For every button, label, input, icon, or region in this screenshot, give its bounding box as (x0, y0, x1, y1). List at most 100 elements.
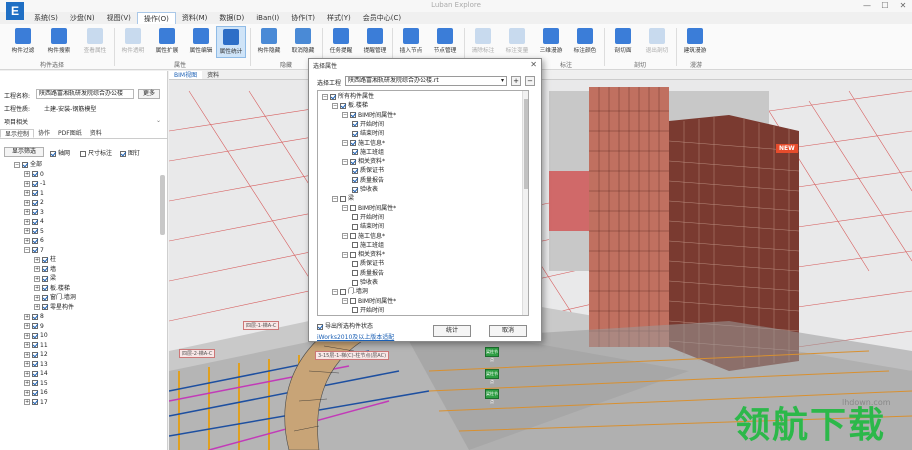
property-checkbox[interactable] (352, 214, 358, 221)
dialog-scroll-thumb[interactable] (524, 99, 528, 189)
tree-item-floor[interactable]: +1 (24, 190, 44, 198)
tree-checkbox[interactable] (42, 285, 48, 291)
collapse-node-icon[interactable]: − (342, 112, 348, 119)
expand-node-icon[interactable]: + (34, 304, 40, 310)
property-checkbox[interactable] (352, 307, 358, 314)
menu-system[interactable]: 系统(S) (28, 12, 64, 24)
property-checkbox[interactable] (350, 233, 356, 239)
expand-node-icon[interactable]: + (24, 323, 30, 329)
transparent-button[interactable]: 构件透明 (118, 26, 148, 58)
menu-style[interactable]: 样式(Y) (321, 12, 357, 24)
property-checkbox[interactable] (352, 279, 358, 286)
tab-viewport-materials[interactable]: 资料 (202, 71, 224, 79)
tree-item-component[interactable]: + 梁 (34, 275, 56, 283)
collapse-node-icon[interactable]: − (14, 161, 20, 168)
tree-checkbox[interactable] (32, 199, 38, 206)
menu-sandbox[interactable]: 沙盘(N) (64, 12, 101, 24)
property-tree-item[interactable]: 结束时间 (352, 223, 384, 231)
expand-node-icon[interactable]: + (34, 256, 40, 263)
tree-checkbox[interactable] (32, 370, 38, 377)
dialog-close-icon[interactable]: ✕ (530, 60, 537, 69)
insert-node-button[interactable]: 插入节点 (396, 26, 426, 58)
property-tree-item[interactable]: − 门.墙洞 (332, 288, 368, 296)
expand-node-icon[interactable]: + (24, 342, 30, 348)
expand-node-icon[interactable]: + (34, 275, 40, 282)
property-checkbox[interactable] (352, 260, 358, 267)
view-properties-button[interactable]: 查看属性 (80, 26, 110, 58)
hide-component-button[interactable]: 构件隐藏 (254, 26, 284, 58)
property-tree-item[interactable]: − 施工信息* (342, 233, 385, 241)
expand-node-icon[interactable]: + (24, 190, 30, 196)
property-checkbox[interactable] (350, 158, 356, 165)
menu-data[interactable]: 数据(D) (213, 12, 250, 24)
export-status-check[interactable]: 导出所选构件状态 (317, 321, 373, 330)
tree-item-floor[interactable]: +13 (24, 361, 48, 369)
project-select[interactable]: 陕西路富湘轨研发院综合办公楼 (36, 89, 134, 99)
property-tree-item[interactable]: 质保证书 (352, 167, 384, 175)
tab-display-control[interactable]: 显示控制 (0, 129, 35, 138)
tree-checkbox[interactable] (32, 209, 38, 215)
tree-checkbox[interactable] (42, 294, 48, 301)
property-checkbox[interactable] (340, 288, 346, 295)
tree-checkbox[interactable] (32, 323, 38, 329)
property-stats-button[interactable]: 属性统计 (216, 26, 246, 58)
expand-node-icon[interactable]: + (24, 370, 30, 377)
node-tag[interactable]: 梁柱节点 (485, 389, 499, 404)
property-checkbox[interactable] (352, 242, 358, 249)
tree-checkbox[interactable] (32, 228, 38, 234)
tree-checkbox[interactable] (32, 389, 38, 396)
property-checkbox[interactable] (352, 177, 358, 184)
tree-item-floor[interactable]: +6 (24, 237, 44, 245)
expand-node-icon[interactable]: + (24, 313, 30, 320)
tree-item-floor[interactable]: +3 (24, 209, 44, 217)
clear-annotation-button[interactable]: 清除标注 (468, 26, 498, 58)
property-tree-item[interactable]: 验收表 (352, 186, 378, 194)
tree-checkbox[interactable] (32, 190, 38, 196)
tree-item-floor[interactable]: +2 (24, 199, 44, 207)
tree-checkbox[interactable] (32, 247, 38, 253)
dimension-check[interactable]: 尺寸标注 (80, 148, 112, 157)
tree-item-floor[interactable]: +14 (24, 370, 48, 378)
component-search-button[interactable]: 构件搜索 (44, 26, 74, 58)
version-link[interactable]: iWorks2010及以上版本适配 (317, 332, 394, 341)
node-tag[interactable]: 梁柱节点 (485, 369, 499, 384)
property-checkbox[interactable] (350, 298, 356, 305)
collapse-node-icon[interactable]: − (342, 251, 348, 258)
tree-item-floor[interactable]: +5 (24, 228, 44, 236)
expand-node-icon[interactable]: + (24, 380, 30, 386)
export-status-checkbox[interactable] (317, 323, 323, 330)
pin-check[interactable]: 图钉 (120, 148, 140, 157)
left-scrollbar[interactable] (160, 175, 165, 235)
property-checkbox[interactable] (350, 251, 356, 258)
property-checkbox[interactable] (340, 195, 346, 202)
property-tree-item[interactable]: 施工班组 (352, 242, 384, 250)
menu-materials[interactable]: 资料(M) (176, 12, 214, 24)
menu-member[interactable]: 会员中心(C) (357, 12, 407, 24)
close-icon[interactable]: ✕ (894, 0, 912, 12)
property-tree-item[interactable]: − 板.楼梯 (332, 102, 368, 110)
expand-node-icon[interactable]: + (24, 389, 30, 396)
expand-node-icon[interactable]: + (34, 285, 40, 291)
property-checkbox[interactable] (352, 149, 358, 156)
property-checkbox[interactable] (350, 205, 356, 212)
tree-item-floor[interactable]: +12 (24, 351, 48, 359)
property-tree-item[interactable]: − 梁 (332, 195, 354, 203)
property-extend-button[interactable]: 属性扩展 (152, 26, 182, 58)
tree-checkbox[interactable] (32, 351, 38, 358)
add-project-button[interactable]: + (511, 76, 521, 86)
property-tree-item[interactable]: − 施工信息* (342, 140, 385, 148)
property-tree-item[interactable]: 开始时间 (352, 214, 384, 222)
property-tree-item[interactable]: − BIM时间属性* (342, 298, 396, 306)
property-tree-item[interactable]: − 所有构件属性 (322, 93, 374, 101)
property-tree-item[interactable]: − BIM时间属性* (342, 205, 396, 213)
tree-checkbox[interactable] (32, 171, 38, 177)
more-button[interactable]: 更多 (138, 89, 160, 99)
display-filter-button[interactable]: 显示筛选 (4, 147, 44, 157)
dimension-checkbox[interactable] (80, 150, 86, 157)
tree-item-floor[interactable]: +15 (24, 380, 48, 388)
tree-checkbox[interactable] (32, 361, 38, 367)
collapse-node-icon[interactable]: − (332, 195, 338, 202)
property-tree-item[interactable]: 质量报告 (352, 177, 384, 185)
property-checkbox[interactable] (330, 93, 336, 100)
tree-checkbox[interactable] (32, 180, 38, 187)
